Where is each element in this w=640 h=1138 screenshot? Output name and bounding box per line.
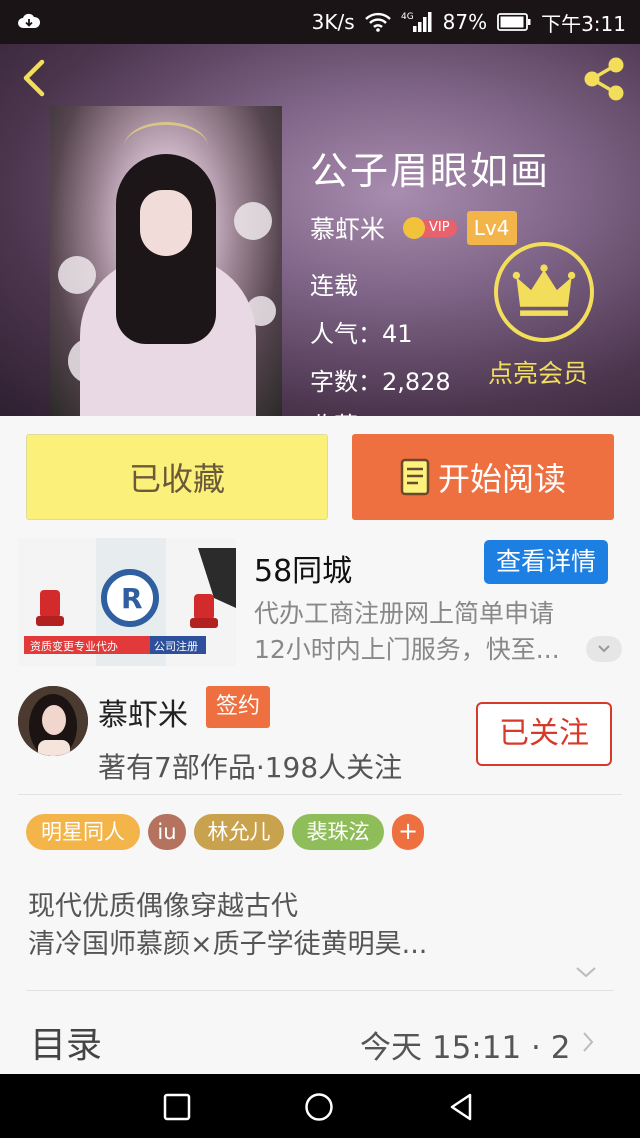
tag-chip[interactable]: 林允儿 — [194, 814, 284, 850]
cloud-download-icon — [18, 13, 40, 28]
battery-icon — [497, 13, 531, 31]
ad-description-line2: 12小时内上门服务，快至... — [254, 635, 560, 664]
clock: 下午3:11 — [541, 11, 626, 36]
author-card-name[interactable]: 慕虾米 — [98, 690, 188, 734]
screen: 3K/s 4G 87% 下午3:11 公子眉眼如画 慕虾米 VIP Lv4 连载… — [0, 0, 640, 1138]
collected-label: 已收藏 — [128, 460, 225, 498]
author-row: 慕虾米 VIP Lv4 — [310, 208, 517, 248]
crown-icon[interactable] — [494, 242, 594, 342]
status-bar: 3K/s 4G 87% 下午3:11 — [0, 0, 640, 44]
book-title: 公子眉眼如画 — [310, 149, 551, 193]
svg-text:R: R — [121, 582, 143, 615]
system-nav-bar — [0, 1074, 640, 1138]
tag-chip[interactable]: iu — [148, 814, 186, 850]
word-count: 字数：2,828 — [310, 368, 451, 396]
divider — [18, 794, 622, 795]
membership-label[interactable]: 点亮会员 — [488, 354, 588, 390]
serial-status: 连载 — [310, 272, 358, 300]
chevron-right-icon[interactable] — [580, 1030, 596, 1054]
tag-chip[interactable]: 明星同人 — [26, 814, 140, 850]
description-line2: 清冷国师慕颜×质子学徒黄明昊... — [28, 929, 428, 960]
book-icon — [400, 458, 430, 496]
back-icon[interactable] — [444, 1090, 478, 1124]
add-tag-button[interactable]: + — [392, 814, 424, 850]
network-speed: 3K/s — [311, 10, 355, 34]
book-cover-image[interactable] — [50, 106, 282, 416]
share-icon[interactable] — [580, 56, 628, 102]
ad-close-button[interactable] — [586, 636, 622, 662]
description-line1: 现代优质偶像穿越古代 — [28, 891, 298, 922]
recent-apps-icon[interactable] — [160, 1090, 194, 1124]
collection-count: 收藏：7 — [310, 406, 397, 416]
author-name[interactable]: 慕虾米 — [310, 210, 385, 246]
divider — [26, 990, 614, 991]
follow-button[interactable]: 已关注 — [476, 702, 612, 766]
vip-crown-icon — [403, 217, 426, 239]
signed-badge: 签约 — [206, 686, 270, 728]
ad-caption-left: 资质变更专业代办 — [30, 639, 118, 653]
avatar[interactable] — [18, 686, 88, 756]
wifi-icon — [364, 12, 391, 32]
signal-icon: 4G — [401, 12, 432, 32]
network-type: 4G — [401, 12, 414, 22]
ad-title[interactable]: 58同城 — [254, 546, 352, 590]
status-right: 3K/s 4G 87% 下午3:11 — [311, 9, 626, 36]
toc-label[interactable]: 目录 — [30, 1016, 102, 1068]
home-icon[interactable] — [302, 1090, 336, 1124]
start-reading-button[interactable]: 开始阅读 — [352, 434, 614, 520]
battery-percent: 87% — [442, 10, 488, 34]
chevron-down-icon[interactable] — [574, 964, 598, 980]
ad-caption-right: 公司注册 — [154, 639, 198, 653]
popularity: 人气：41 — [310, 320, 413, 348]
ad-detail-button[interactable]: 查看详情 — [484, 540, 608, 584]
chevron-left-icon[interactable] — [16, 58, 56, 98]
ad-description-line1: 代办工商注册网上简单申请 — [254, 599, 555, 628]
tag-chip[interactable]: 裴珠泫 — [292, 814, 384, 850]
author-avatar-image — [18, 686, 88, 756]
toc-update-info[interactable]: 今天 15:11 · 2 — [360, 1022, 570, 1067]
book-header: 公子眉眼如画 慕虾米 VIP Lv4 连载 人气：41 字数：2,828 收藏：… — [0, 44, 640, 416]
author-stats: 著有7部作品·198人关注 — [98, 751, 403, 784]
ad-image[interactable]: R 资质变更专业代办 公司注册 — [18, 538, 236, 666]
vip-badge: VIP — [403, 217, 457, 239]
start-reading-label: 开始阅读 — [437, 460, 566, 498]
ad-illustration: R 资质变更专业代办 公司注册 — [18, 538, 236, 666]
close-icon — [598, 645, 610, 653]
collected-button[interactable]: 已收藏 — [26, 434, 328, 520]
level-badge: Lv4 — [466, 211, 517, 245]
